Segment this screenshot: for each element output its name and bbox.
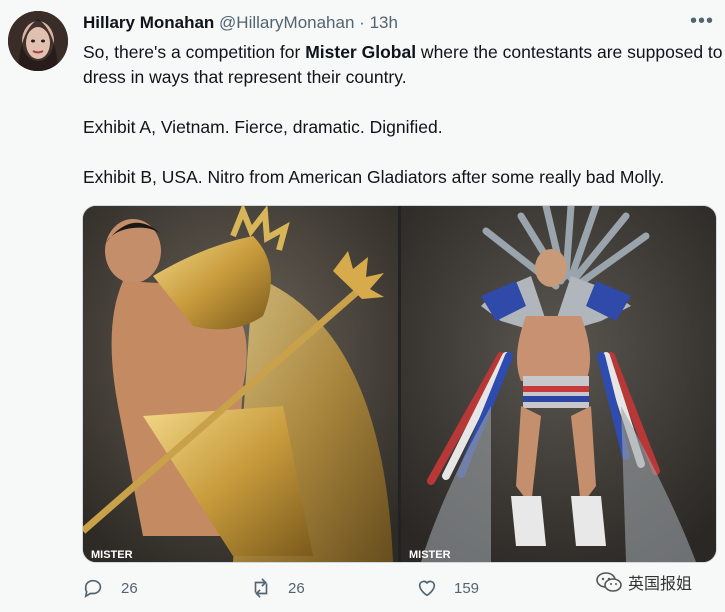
separator-dot: · [359,13,365,32]
tweet-paragraph-2: Exhibit A, Vietnam. Fierce, dramatic. Di… [83,117,443,137]
tweet-text: So, there's a competition for Mister Glo… [83,40,723,190]
like-count: 159 [454,579,480,597]
user-handle[interactable]: @HillaryMonahan [219,13,354,32]
tweet-paragraph-1: So, there's a competition for Mister Glo… [83,40,723,90]
tweet-card: Hillary Monahan @HillaryMonahan · 13h ••… [0,0,725,612]
retweet-button[interactable]: 26 [250,577,305,599]
display-name[interactable]: Hillary Monahan [83,13,214,32]
bold-text: Mister Global [305,42,417,62]
heart-icon [418,580,436,597]
retweet-icon [254,578,268,598]
photo-vietnam-contestant[interactable]: MISTER [83,206,398,562]
media-grid: MISTER MISTER [82,205,717,563]
like-button[interactable]: 159 [416,577,479,599]
reply-icon [84,579,102,598]
tweet-paragraph-3: Exhibit B, USA. Nitro from American Glad… [83,167,665,187]
photo-watermark: MISTER [91,549,133,561]
avatar-image [8,11,68,71]
photo-watermark: MISTER [409,549,451,561]
wechat-watermark: 英国报姐 [596,570,692,594]
watermark-label: 英国报姐 [628,576,693,593]
photo-usa-contestant[interactable]: MISTER [401,206,716,562]
more-icon[interactable]: ••• [690,10,714,33]
wechat-icon [596,572,622,592]
timestamp[interactable]: 13h [370,13,398,32]
reply-button[interactable]: 26 [83,577,138,599]
text-segment: So, there's a competition for [83,42,306,62]
avatar[interactable] [8,11,68,71]
reply-count: 26 [121,579,138,597]
tweet-header: Hillary Monahan @HillaryMonahan · 13h [83,13,398,33]
retweet-count: 26 [288,579,305,597]
